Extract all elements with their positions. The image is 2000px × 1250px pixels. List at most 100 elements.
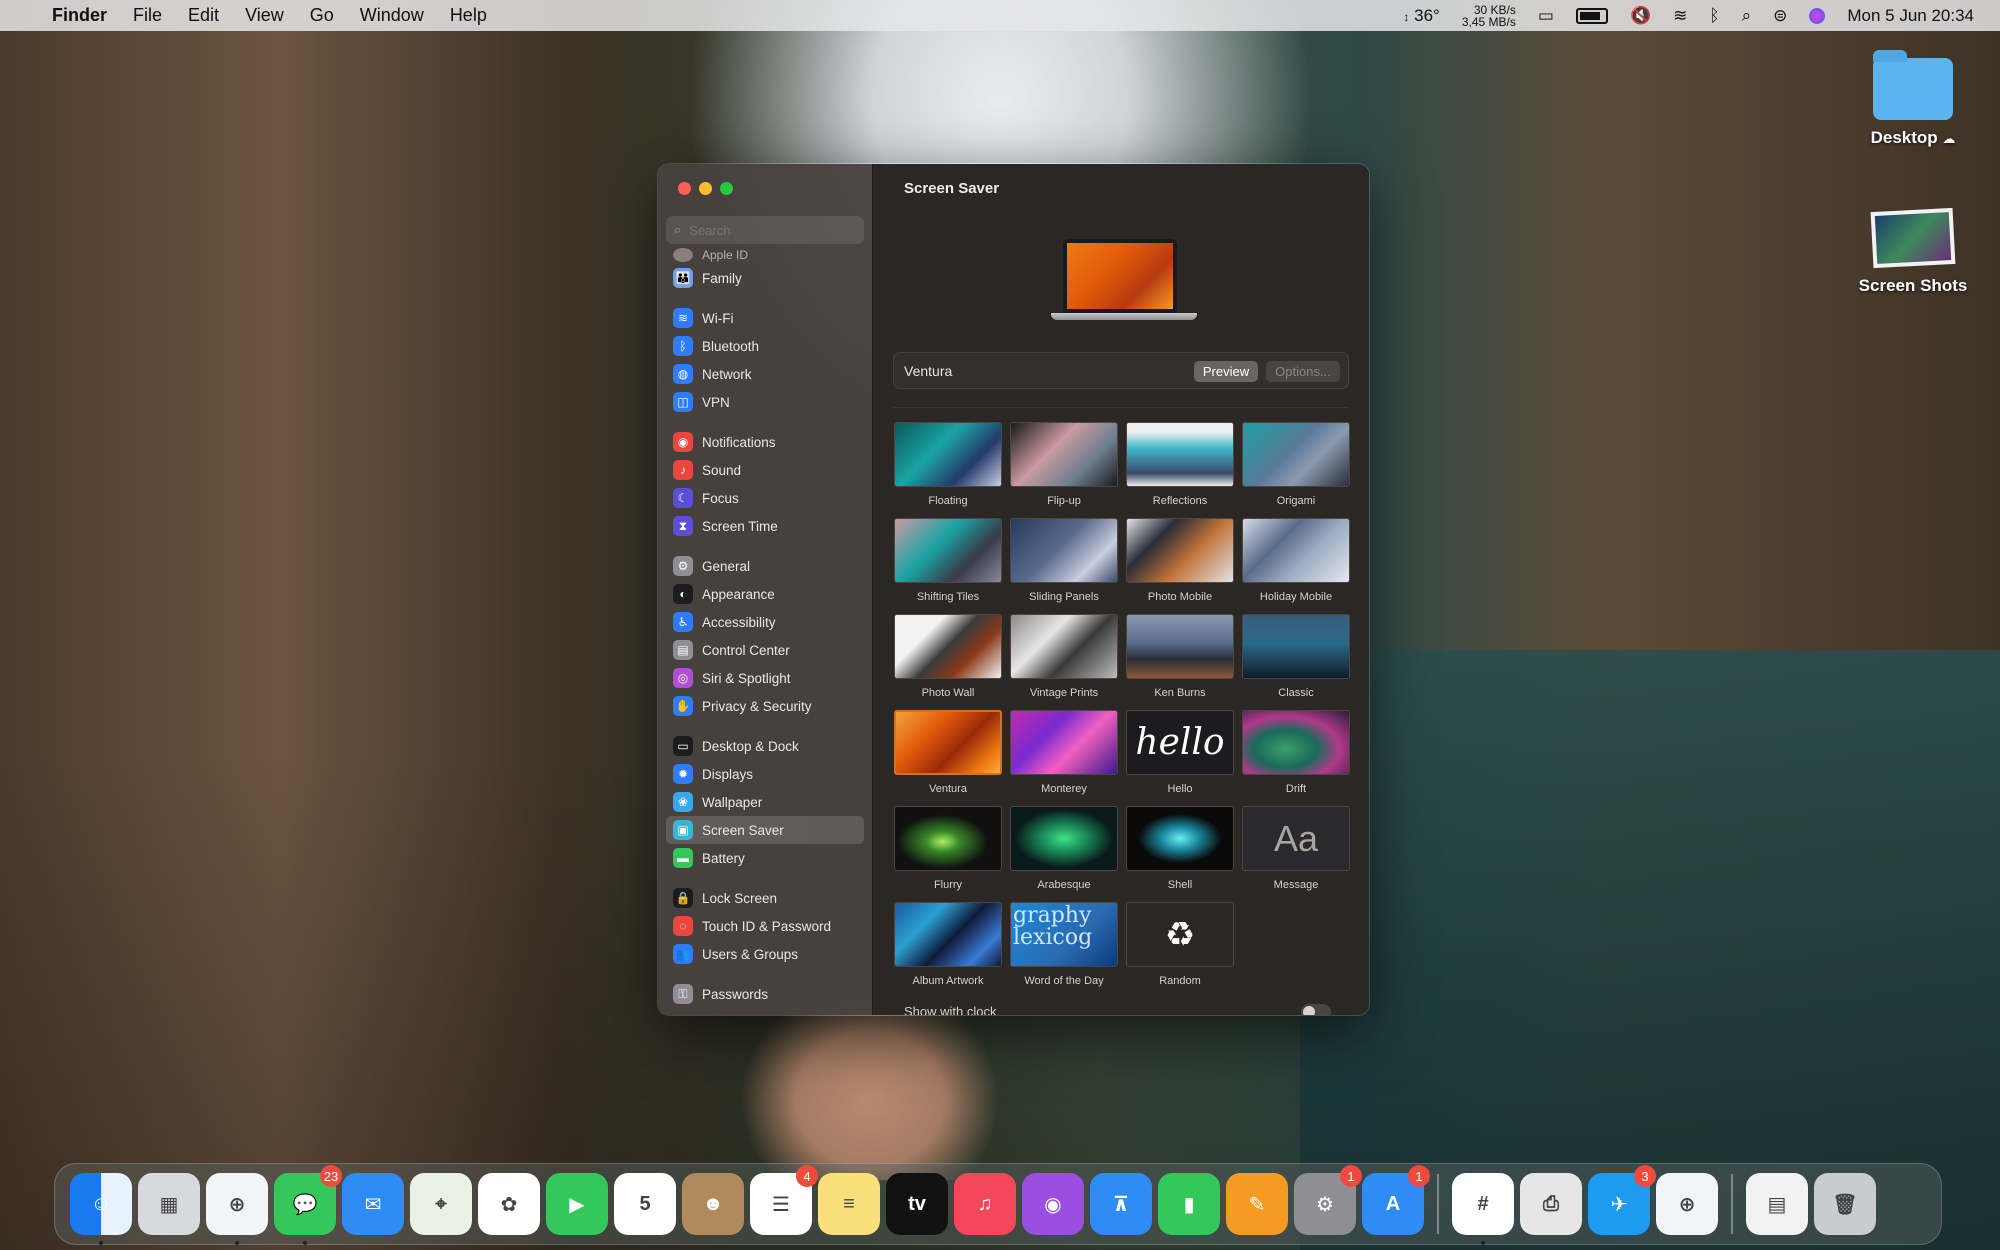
saver-tile-holiday-mobile[interactable]: Holiday Mobile xyxy=(1242,518,1350,605)
zoom-button[interactable] xyxy=(720,182,733,195)
notes-icon[interactable]: ≡ xyxy=(818,1173,880,1235)
podcasts-icon[interactable]: ◉ xyxy=(1022,1173,1084,1235)
mail-icon[interactable]: ✉ xyxy=(342,1173,404,1235)
saver-tile-reflections[interactable]: Reflections xyxy=(1126,422,1234,509)
sidebar-item-users-groups[interactable]: 👥 Users & Groups xyxy=(666,940,864,968)
saver-tile-word-of-the-day[interactable]: graphy lexicog Word of the Day xyxy=(1010,902,1118,989)
sidebar-item-general[interactable]: ⚙ General xyxy=(666,552,864,580)
tv-icon[interactable]: tv xyxy=(886,1173,948,1235)
saver-tile-ken-burns[interactable]: Ken Burns xyxy=(1126,614,1234,701)
sidebar-item-passwords[interactable]: ⚿ Passwords xyxy=(666,980,864,1008)
options-button[interactable]: Options... xyxy=(1266,361,1340,382)
menu-help[interactable]: Help xyxy=(450,5,487,26)
sidebar-item-notifications[interactable]: ◉ Notifications xyxy=(666,428,864,456)
music-icon[interactable]: ♫ xyxy=(954,1173,1016,1235)
sidebar-item-sound[interactable]: ♪ Sound xyxy=(666,456,864,484)
show-clock-toggle[interactable] xyxy=(1301,1004,1331,1015)
sidebar-item-displays[interactable]: ✹ Displays xyxy=(666,760,864,788)
siri-icon[interactable] xyxy=(1809,7,1826,24)
sidebar-item-accessibility[interactable]: ♿ Accessibility xyxy=(666,608,864,636)
display-icon[interactable]: ▭ xyxy=(1538,6,1554,26)
saver-tile-sliding-panels[interactable]: Sliding Panels xyxy=(1010,518,1118,605)
sidebar-item-screen-time[interactable]: ⧗ Screen Time xyxy=(666,512,864,540)
bluetooth-icon[interactable]: ᛒ xyxy=(1709,6,1719,26)
twitter-icon[interactable]: ✈ 3 xyxy=(1588,1165,1656,1235)
photos-icon[interactable]: ✿ xyxy=(478,1173,540,1235)
preview-button[interactable]: Preview xyxy=(1194,361,1258,382)
saver-tile-message[interactable]: Aa Message xyxy=(1242,806,1350,893)
calendar-icon[interactable]: 5 xyxy=(614,1173,676,1235)
network-speed[interactable]: 30 KB/s 3,45 MB/s xyxy=(1462,4,1516,28)
maps-icon[interactable]: ⌖ xyxy=(410,1173,472,1235)
sidebar-item-appearance[interactable]: ◐ Appearance xyxy=(666,580,864,608)
menu-app-name[interactable]: Finder xyxy=(52,5,107,26)
messages-icon[interactable]: 💬 23 xyxy=(274,1165,342,1245)
menu-clock[interactable]: Mon 5 Jun 20:34 xyxy=(1847,6,1974,26)
sidebar-item-siri-spotlight[interactable]: ◎ Siri & Spotlight xyxy=(666,664,864,692)
sidebar-item-family[interactable]: 👪 Family xyxy=(666,264,864,292)
contacts-icon[interactable]: ☻ xyxy=(682,1173,744,1235)
sidebar-item-screen-saver[interactable]: ▣ Screen Saver xyxy=(666,816,864,844)
saver-tile-random[interactable]: ♻ Random xyxy=(1126,902,1234,989)
documents-stack-icon[interactable]: ▤ xyxy=(1746,1173,1808,1235)
safari-technology-preview-icon[interactable]: ⊕ xyxy=(1656,1173,1718,1235)
sidebar-item-focus[interactable]: ☾ Focus xyxy=(666,484,864,512)
sidebar-item-wallpaper[interactable]: ❀ Wallpaper xyxy=(666,788,864,816)
sidebar-item-desktop-dock[interactable]: ▭ Desktop & Dock xyxy=(666,732,864,760)
search-input[interactable] xyxy=(687,221,842,239)
sidebar-item-bluetooth[interactable]: ᛒ Bluetooth xyxy=(666,332,864,360)
wifi-icon[interactable]: ≋ xyxy=(1673,6,1687,26)
launchpad-icon[interactable]: ▦ xyxy=(138,1173,200,1235)
temperature-status[interactable]: ↕ 36° xyxy=(1403,6,1439,26)
desktop-folder[interactable]: Desktop ☁ xyxy=(1858,50,1968,148)
safari-icon[interactable]: ⊕ xyxy=(206,1173,268,1245)
pages-icon[interactable]: ✎ xyxy=(1226,1173,1288,1235)
numbers-icon[interactable]: ▮ xyxy=(1158,1173,1220,1235)
saver-tile-photo-wall[interactable]: Photo Wall xyxy=(894,614,1002,701)
saver-tile-shell[interactable]: Shell xyxy=(1126,806,1234,893)
sidebar-item-apple-id[interactable]: Apple ID xyxy=(666,246,864,264)
menu-file[interactable]: File xyxy=(133,5,162,26)
saver-tile-shifting-tiles[interactable]: Shifting Tiles xyxy=(894,518,1002,605)
minimize-button[interactable] xyxy=(699,182,712,195)
keynote-icon[interactable]: ⊼ xyxy=(1090,1173,1152,1235)
saver-tile-flip-up[interactable]: Flip-up xyxy=(1010,422,1118,509)
menu-go[interactable]: Go xyxy=(310,5,334,26)
saver-tile-monterey[interactable]: Monterey xyxy=(1010,710,1118,797)
saver-tile-origami[interactable]: Origami xyxy=(1242,422,1350,509)
sidebar-item-touch-id-password[interactable]: ◌ Touch ID & Password xyxy=(666,912,864,940)
saver-tile-ventura[interactable]: Ventura xyxy=(894,710,1002,797)
menu-edit[interactable]: Edit xyxy=(188,5,219,26)
mute-icon[interactable]: 🔇 xyxy=(1630,6,1651,26)
sidebar-item-privacy-security[interactable]: ✋ Privacy & Security xyxy=(666,692,864,720)
sidebar-item-vpn[interactable]: ◫ VPN xyxy=(666,388,864,416)
search-field[interactable]: ⌕ xyxy=(666,216,864,244)
menu-view[interactable]: View xyxy=(245,5,284,26)
control-center-icon[interactable]: ⊜ xyxy=(1773,6,1787,26)
saver-tile-album-artwork[interactable]: Album Artwork xyxy=(894,902,1002,989)
saver-tile-photo-mobile[interactable]: Photo Mobile xyxy=(1126,518,1234,605)
saver-tile-flurry[interactable]: Flurry xyxy=(894,806,1002,893)
reminders-icon[interactable]: ☰ 4 xyxy=(750,1165,818,1235)
sidebar-item-network[interactable]: ◍ Network xyxy=(666,360,864,388)
saver-tile-floating[interactable]: Floating xyxy=(894,422,1002,509)
sidebar-item-battery[interactable]: ▬ Battery xyxy=(666,844,864,872)
saver-tile-hello[interactable]: hello Hello xyxy=(1126,710,1234,797)
slack-icon[interactable]: # xyxy=(1452,1173,1514,1245)
printer-icon[interactable]: ⎙ xyxy=(1520,1173,1582,1235)
sidebar-item-wi-fi[interactable]: ≋ Wi-Fi xyxy=(666,304,864,332)
saver-tile-arabesque[interactable]: Arabesque xyxy=(1010,806,1118,893)
close-button[interactable] xyxy=(678,182,691,195)
saver-tile-vintage-prints[interactable]: Vintage Prints xyxy=(1010,614,1118,701)
battery-icon[interactable] xyxy=(1575,7,1608,24)
sidebar-item-control-center[interactable]: ▤ Control Center xyxy=(666,636,864,664)
spotlight-search-icon[interactable]: ⌕ xyxy=(1742,6,1752,26)
sidebar-item-lock-screen[interactable]: 🔒 Lock Screen xyxy=(666,884,864,912)
menu-window[interactable]: Window xyxy=(360,5,424,26)
system-settings-icon[interactable]: ⚙ 1 xyxy=(1294,1165,1362,1235)
facetime-icon[interactable]: ▶ xyxy=(546,1173,608,1235)
finder-icon[interactable]: ☺ xyxy=(70,1173,132,1245)
desktop-screenshots[interactable]: Screen Shots xyxy=(1848,207,1978,296)
trash-icon[interactable]: 🗑 xyxy=(1814,1173,1876,1235)
saver-tile-drift[interactable]: Drift xyxy=(1242,710,1350,797)
